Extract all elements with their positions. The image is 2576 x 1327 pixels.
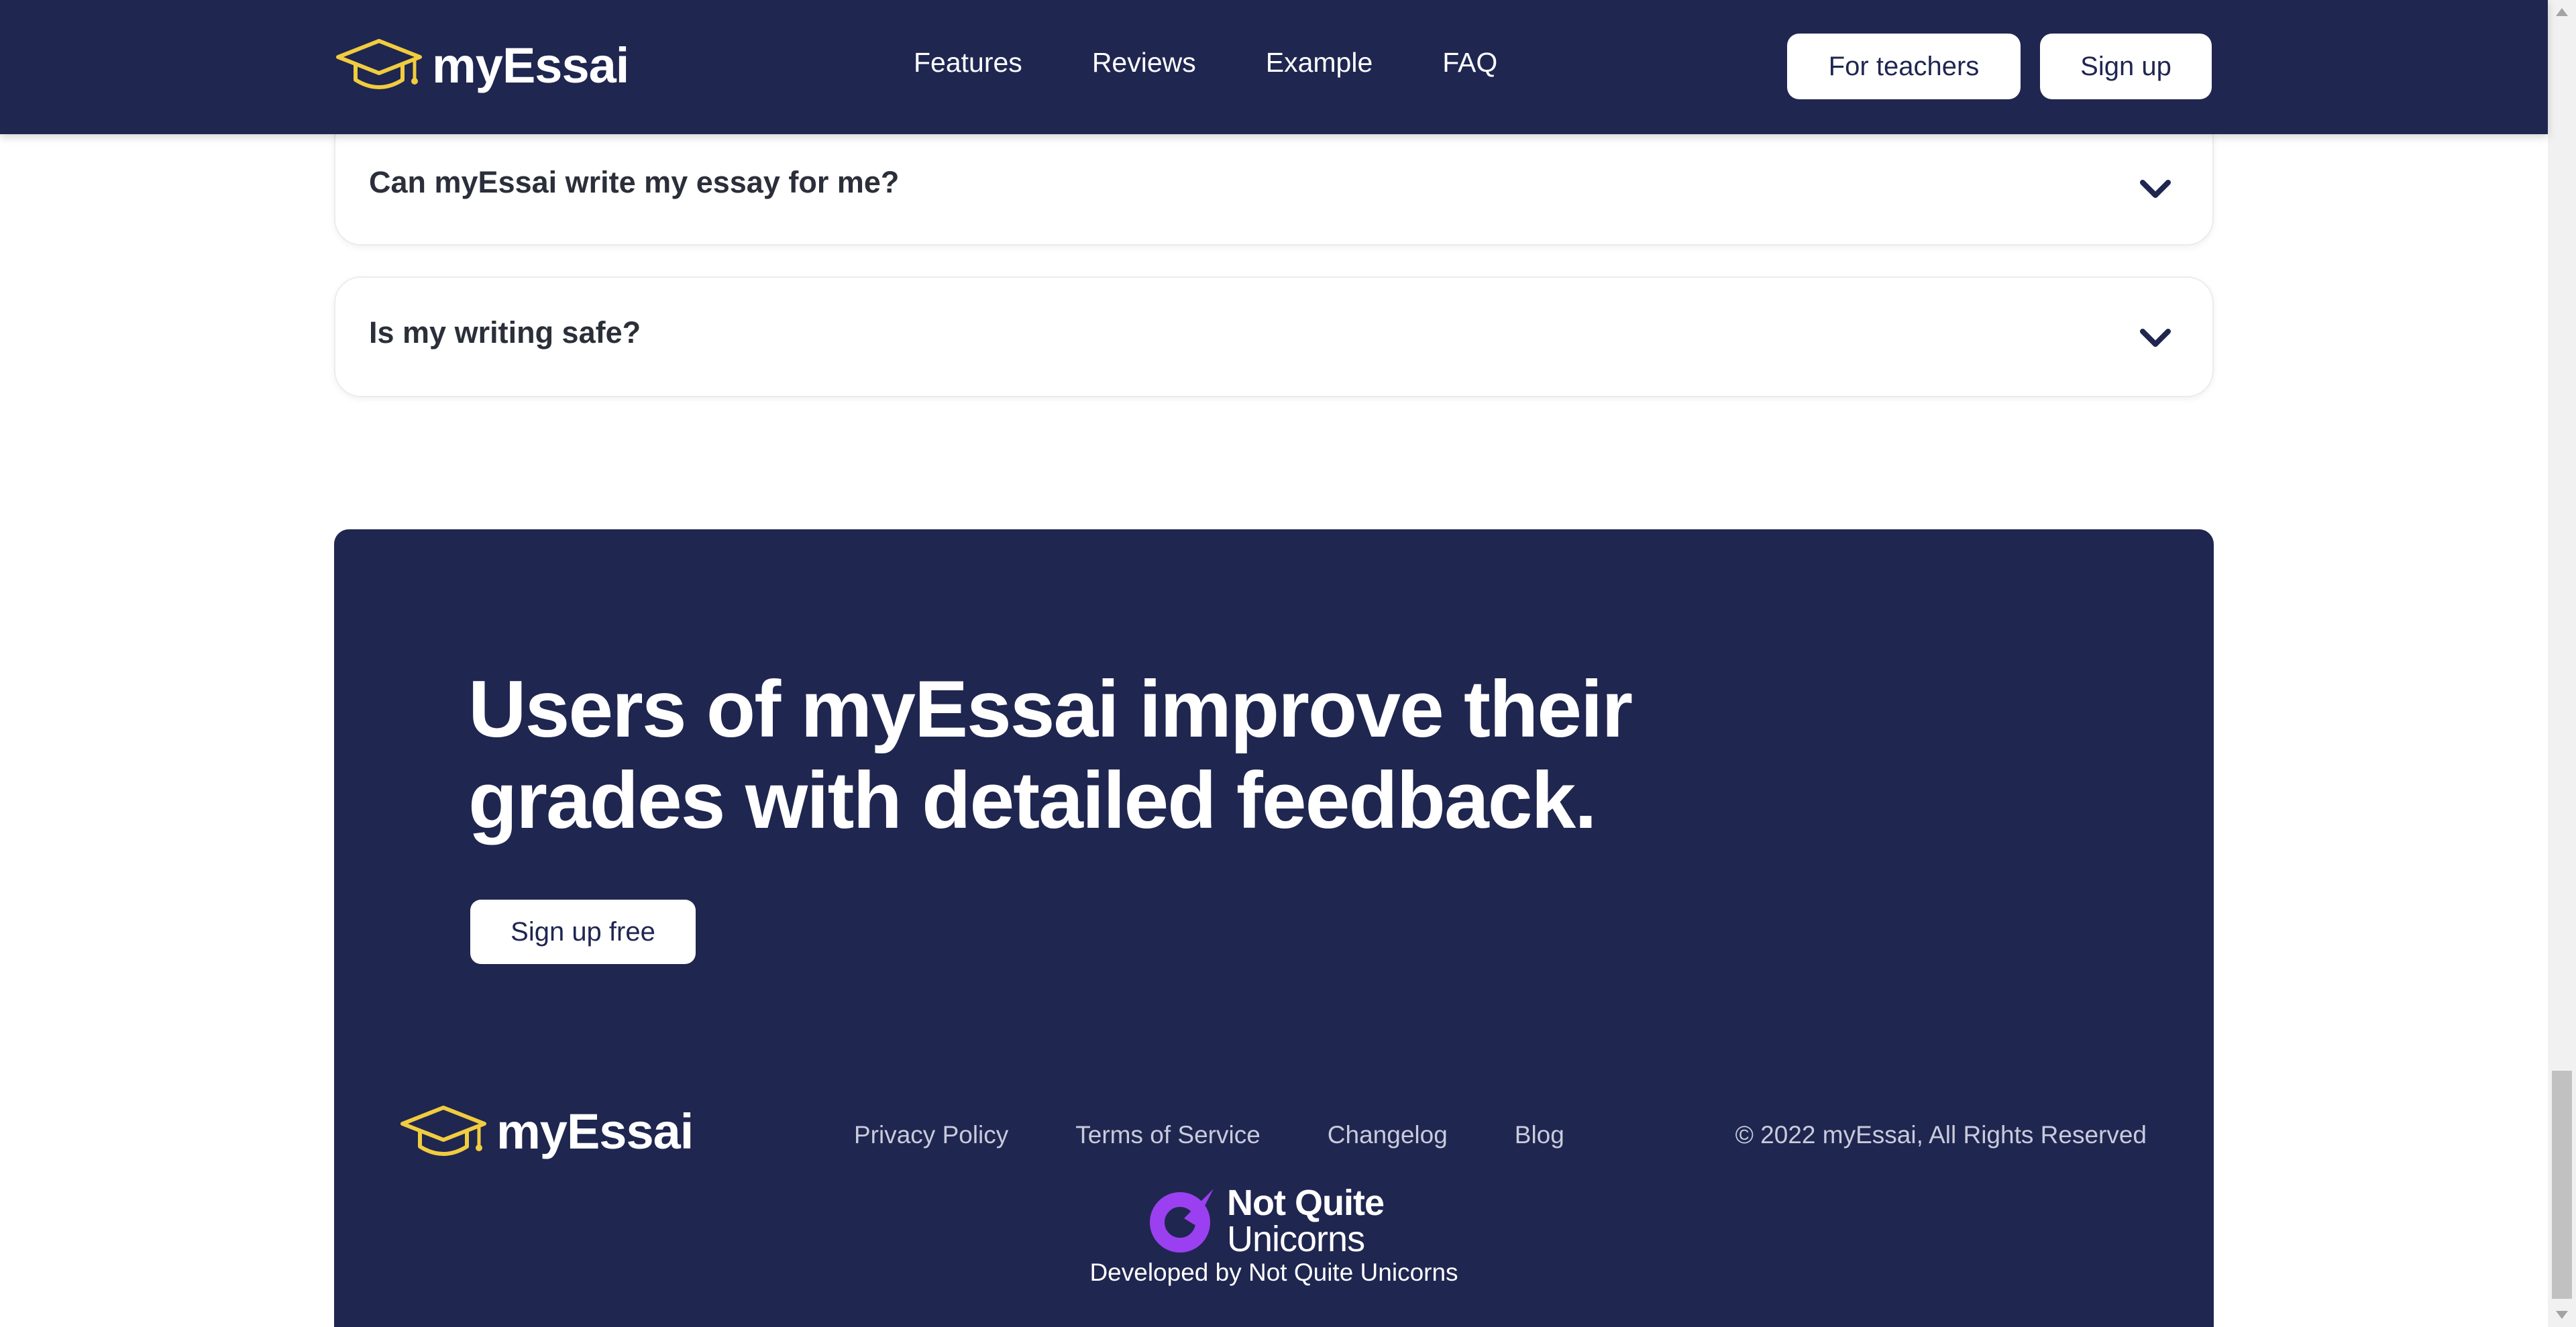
footer-links: Privacy Policy Terms of Service Changelo… — [854, 1121, 1564, 1149]
cta-footer-panel: Users of myEssai improve their grades wi… — [334, 529, 2214, 1327]
developed-by-text: Developed by Not Quite Unicorns — [1089, 1259, 1458, 1286]
cta-headline-line-2: grades with detailed feedback. — [468, 755, 1597, 845]
page-scrollbar[interactable] — [2548, 0, 2576, 1327]
nav-example[interactable]: Example — [1266, 47, 1373, 78]
not-quite-unicorns-logo-icon — [1150, 1189, 1214, 1253]
footer-link-changelog[interactable]: Changelog — [1328, 1121, 1448, 1149]
nav-faq[interactable]: FAQ — [1442, 47, 1497, 78]
copyright-text: © 2022 myEssai, All Rights Reserved — [1735, 1121, 2147, 1149]
partner-name-line-2: Unicorns — [1227, 1219, 1365, 1259]
footer-link-blog[interactable]: Blog — [1515, 1121, 1564, 1149]
for-teachers-button[interactable]: For teachers — [1787, 34, 2021, 99]
footer-link-terms[interactable]: Terms of Service — [1075, 1121, 1260, 1149]
graduation-cap-icon — [336, 39, 422, 89]
chevron-down-icon[interactable] — [2139, 326, 2172, 350]
footer-logo[interactable]: myEssai — [400, 1103, 694, 1160]
site-header: myEssai Features Reviews Example FAQ For… — [0, 0, 2548, 134]
footer-brand-name: myEssai — [496, 1104, 694, 1159]
footer-link-privacy[interactable]: Privacy Policy — [854, 1121, 1008, 1149]
partner-logo[interactable]: Not Quite Unicorns — [1146, 1183, 1401, 1257]
graduation-cap-icon — [400, 1105, 486, 1156]
faq-question: Is my writing safe? — [369, 315, 641, 350]
page: myEssai Features Reviews Example FAQ For… — [0, 0, 2576, 1327]
partner-name-line-1: Not Quite — [1227, 1183, 1385, 1223]
chevron-down-icon[interactable] — [2139, 177, 2172, 201]
nav-reviews[interactable]: Reviews — [1092, 47, 1196, 78]
cta-headline: Users of myEssai improve their grades wi… — [468, 664, 1676, 846]
faq-question: Can myEssai write my essay for me? — [369, 165, 900, 199]
faq-item[interactable]: Is my writing safe? — [334, 276, 2214, 397]
main-nav: Features Reviews Example FAQ — [914, 47, 1497, 78]
sign-up-free-button[interactable]: Sign up free — [470, 900, 696, 964]
header-logo[interactable]: myEssai — [335, 35, 629, 95]
scroll-up-arrow-icon[interactable] — [2556, 8, 2568, 16]
scroll-down-arrow-icon[interactable] — [2556, 1311, 2568, 1319]
nav-features[interactable]: Features — [914, 47, 1022, 78]
partner-name: Not Quite Unicorns — [1227, 1185, 1408, 1257]
scrollbar-thumb[interactable] — [2552, 1071, 2572, 1299]
cta-headline-line-1: Users of myEssai improve their — [468, 664, 1633, 754]
brand-name: myEssai — [432, 37, 629, 93]
sign-up-button[interactable]: Sign up — [2040, 34, 2212, 99]
